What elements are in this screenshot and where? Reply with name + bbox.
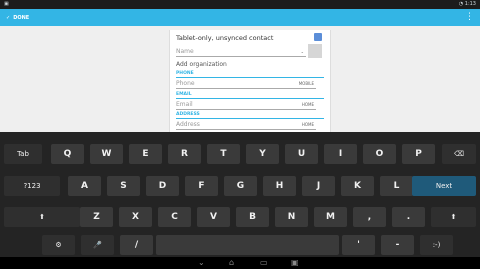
- key-j[interactable]: J: [302, 176, 335, 196]
- add-organization-link[interactable]: Add organization: [176, 61, 227, 68]
- key-l[interactable]: L: [380, 176, 413, 196]
- phone-section-label: PHONE: [176, 71, 194, 76]
- key-dash[interactable]: -: [381, 235, 414, 255]
- phone-type-selector[interactable]: MOBILE: [299, 81, 314, 86]
- key-n[interactable]: N: [275, 207, 308, 227]
- key-o[interactable]: O: [363, 144, 396, 164]
- key-v[interactable]: V: [197, 207, 230, 227]
- email-section-label: EMAIL: [176, 92, 192, 97]
- account-label: Tablet-only, unsynced contact: [176, 34, 274, 42]
- key-settings[interactable]: ⚙: [42, 235, 75, 255]
- key-tab[interactable]: Tab: [4, 144, 42, 164]
- address-placeholder: Address: [176, 121, 200, 128]
- key-w[interactable]: W: [90, 144, 123, 164]
- key-m[interactable]: M: [314, 207, 347, 227]
- contact-photo[interactable]: [308, 44, 322, 58]
- name-placeholder: Name: [176, 48, 194, 55]
- address-section-label: ADDRESS: [176, 112, 200, 117]
- soft-keyboard: Tab Q W E R T Y U I O P ⌫ ?123 A S D F G…: [0, 132, 480, 257]
- key-space[interactable]: [156, 235, 339, 255]
- key-x[interactable]: X: [119, 207, 152, 227]
- address-field[interactable]: Address HOME: [176, 119, 316, 130]
- key-c[interactable]: C: [158, 207, 191, 227]
- contact-editor-card: Tablet-only, unsynced contact Name ⌄ Add…: [169, 30, 331, 132]
- key-k[interactable]: K: [341, 176, 374, 196]
- address-type-selector[interactable]: HOME: [302, 122, 314, 127]
- phone-field[interactable]: Phone MOBILE: [176, 78, 316, 89]
- key-h[interactable]: H: [263, 176, 296, 196]
- key-apostrophe[interactable]: ': [342, 235, 375, 255]
- key-f[interactable]: F: [185, 176, 218, 196]
- action-bar: ✓ DONE ⋮: [0, 9, 480, 26]
- key-period[interactable]: .: [392, 207, 425, 227]
- key-t[interactable]: T: [207, 144, 240, 164]
- navigation-bar: ⌄ ⌂ ▭ ▣: [0, 257, 480, 269]
- key-g[interactable]: G: [224, 176, 257, 196]
- key-slash[interactable]: /: [120, 235, 153, 255]
- back-icon[interactable]: ⌄: [198, 257, 205, 269]
- overflow-menu-icon[interactable]: ⋮: [465, 9, 474, 26]
- key-e[interactable]: E: [129, 144, 162, 164]
- done-label: DONE: [13, 14, 30, 21]
- key-q[interactable]: Q: [51, 144, 84, 164]
- status-clock: ◔ 1:13: [458, 1, 476, 7]
- key-p[interactable]: P: [402, 144, 435, 164]
- expand-name-icon[interactable]: ⌄: [301, 49, 304, 54]
- check-icon: ✓: [6, 14, 11, 21]
- key-d[interactable]: D: [146, 176, 179, 196]
- key-voice-input[interactable]: 🎤: [81, 235, 114, 255]
- key-u[interactable]: U: [285, 144, 318, 164]
- key-symbols[interactable]: ?123: [4, 176, 60, 196]
- email-placeholder: Email: [176, 101, 193, 108]
- key-s[interactable]: S: [107, 176, 140, 196]
- status-bar: ▣ ◔ 1:13: [0, 0, 480, 9]
- home-icon[interactable]: ⌂: [229, 257, 234, 269]
- key-smiley[interactable]: :-): [420, 235, 453, 255]
- name-field[interactable]: Name ⌄: [176, 46, 306, 57]
- key-y[interactable]: Y: [246, 144, 279, 164]
- key-shift-left[interactable]: ⬆: [4, 207, 80, 227]
- key-r[interactable]: R: [168, 144, 201, 164]
- recent-apps-icon[interactable]: ▭: [260, 257, 268, 269]
- done-button[interactable]: ✓ DONE: [6, 9, 29, 26]
- key-i[interactable]: I: [324, 144, 357, 164]
- email-type-selector[interactable]: HOME: [302, 102, 314, 107]
- key-z[interactable]: Z: [80, 207, 113, 227]
- key-shift-right[interactable]: ⬆: [431, 207, 476, 227]
- account-icon: [314, 33, 322, 41]
- notification-icon: ▣: [4, 1, 9, 7]
- key-next[interactable]: Next: [412, 176, 476, 196]
- email-field[interactable]: Email HOME: [176, 99, 316, 110]
- key-backspace[interactable]: ⌫: [442, 144, 476, 164]
- key-b[interactable]: B: [236, 207, 269, 227]
- screenshot-icon[interactable]: ▣: [291, 257, 299, 269]
- phone-placeholder: Phone: [176, 80, 195, 87]
- key-a[interactable]: A: [68, 176, 101, 196]
- key-comma[interactable]: ,: [353, 207, 386, 227]
